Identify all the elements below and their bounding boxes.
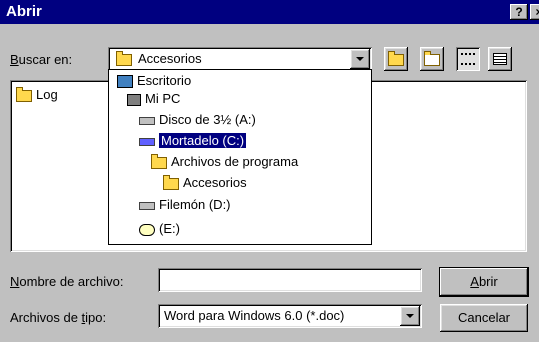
list-view-button[interactable] [456, 47, 480, 71]
open-folder-icon [116, 51, 132, 66]
filetype-combobox[interactable]: Word para Windows 6.0 (*.doc) [158, 304, 422, 328]
filetype-value: Word para Windows 6.0 (*.doc) [164, 308, 345, 323]
dropdown-item-my-computer[interactable]: Mi PC [127, 90, 180, 108]
computer-icon [127, 93, 141, 106]
chevron-down-icon [356, 57, 364, 61]
dropdown-item-drive-e[interactable]: (E:) [139, 220, 180, 238]
lookin-dropdown-button[interactable] [350, 49, 370, 69]
details-view-icon [493, 53, 507, 65]
floppy-drive-icon [139, 116, 155, 125]
dropdown-item-desktop[interactable]: Escritorio [117, 72, 191, 90]
filename-input[interactable] [158, 268, 422, 292]
open-button[interactable]: Abrir [440, 268, 528, 296]
up-one-level-button[interactable] [384, 47, 408, 71]
dropdown-item-floppy[interactable]: Disco de 3½ (A:) [139, 111, 256, 129]
hard-drive-icon [139, 201, 155, 210]
open-folder-icon [163, 174, 179, 190]
open-dialog: Abrir ? × Buscar en: Accesorios Log Escr… [0, 0, 539, 342]
list-view-icon [461, 53, 475, 65]
lookin-dropdown-list[interactable]: Escritorio Mi PC Disco de 3½ (A:) Mortad… [108, 69, 372, 245]
close-button[interactable]: × [530, 4, 539, 20]
lookin-label: Buscar en: [10, 52, 73, 67]
details-view-button[interactable] [488, 47, 512, 71]
list-item[interactable]: Log [16, 86, 58, 104]
lookin-combobox[interactable]: Accesorios [108, 47, 372, 71]
dropdown-item-drive-c[interactable]: Mortadelo (C:) [139, 132, 248, 150]
filename-label: Nombre de archivo: [10, 274, 124, 289]
filetype-dropdown-button[interactable] [400, 306, 420, 326]
dropdown-item-accessories[interactable]: Accesorios [163, 174, 247, 192]
title-bar: Abrir ? × [0, 0, 539, 24]
help-button[interactable]: ? [510, 4, 528, 20]
folder-icon [151, 153, 167, 169]
hard-drive-icon [139, 137, 155, 146]
folder-icon [16, 86, 32, 102]
dropdown-item-program-files[interactable]: Archivos de programa [151, 153, 298, 171]
dropdown-item-drive-d[interactable]: Filemón (D:) [139, 196, 231, 214]
cancel-button[interactable]: Cancelar [440, 304, 528, 332]
folder-up-icon [388, 51, 404, 66]
chevron-down-icon [406, 314, 414, 318]
window-title: Abrir [6, 3, 42, 20]
lookin-value: Accesorios [138, 51, 202, 66]
desktop-icon [117, 75, 133, 89]
cd-drive-icon [139, 223, 155, 236]
new-folder-icon [424, 51, 440, 66]
filetype-label: Archivos de tipo: [10, 310, 107, 325]
new-folder-button[interactable] [420, 47, 444, 71]
